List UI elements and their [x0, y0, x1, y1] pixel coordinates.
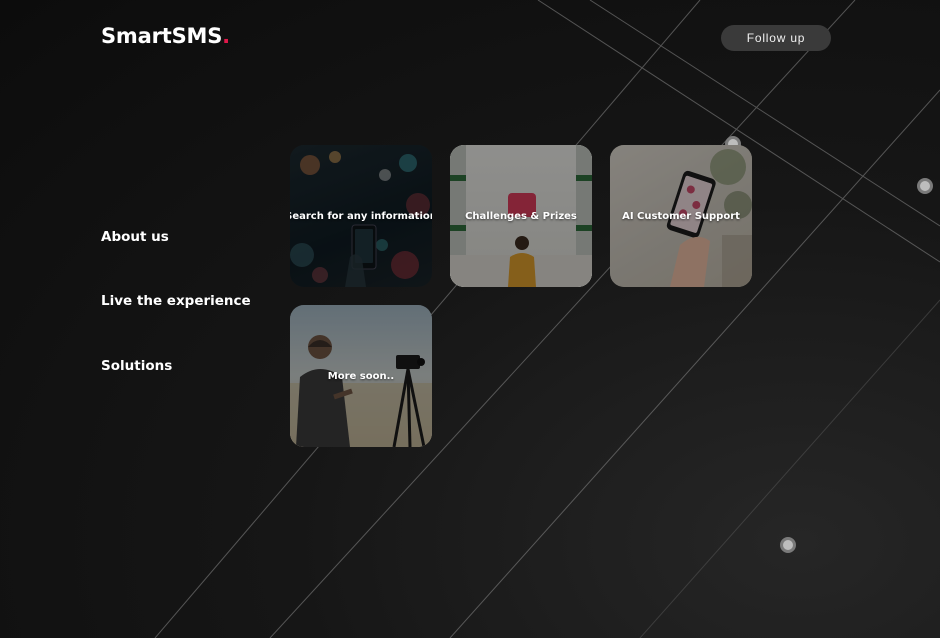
solution-card-search[interactable]: Search for any information	[290, 145, 432, 287]
card-label: More soon..	[327, 370, 395, 382]
nav-item-live-the-experience[interactable]: Live the experience	[101, 293, 251, 309]
background-node-dot	[780, 537, 796, 553]
logo[interactable]: SmartSMS.	[101, 24, 230, 48]
solution-card-more-soon[interactable]: More soon..	[290, 305, 432, 447]
solution-card-ai-support[interactable]: AI Customer Support	[610, 145, 752, 287]
solution-card-challenges[interactable]: Challenges & Prizes	[450, 145, 592, 287]
logo-text: SmartSMS	[101, 24, 223, 48]
nav-item-about-us[interactable]: About us	[101, 229, 169, 245]
nav-item-solutions[interactable]: Solutions	[101, 358, 172, 374]
card-label: AI Customer Support	[622, 210, 740, 222]
card-label: Search for any information	[290, 210, 432, 222]
card-label: Challenges & Prizes	[465, 210, 577, 222]
background-node-dot	[917, 178, 933, 194]
follow-up-button[interactable]: Follow up	[721, 25, 831, 51]
background-lines	[154, 0, 940, 638]
logo-accent: .	[222, 24, 230, 48]
